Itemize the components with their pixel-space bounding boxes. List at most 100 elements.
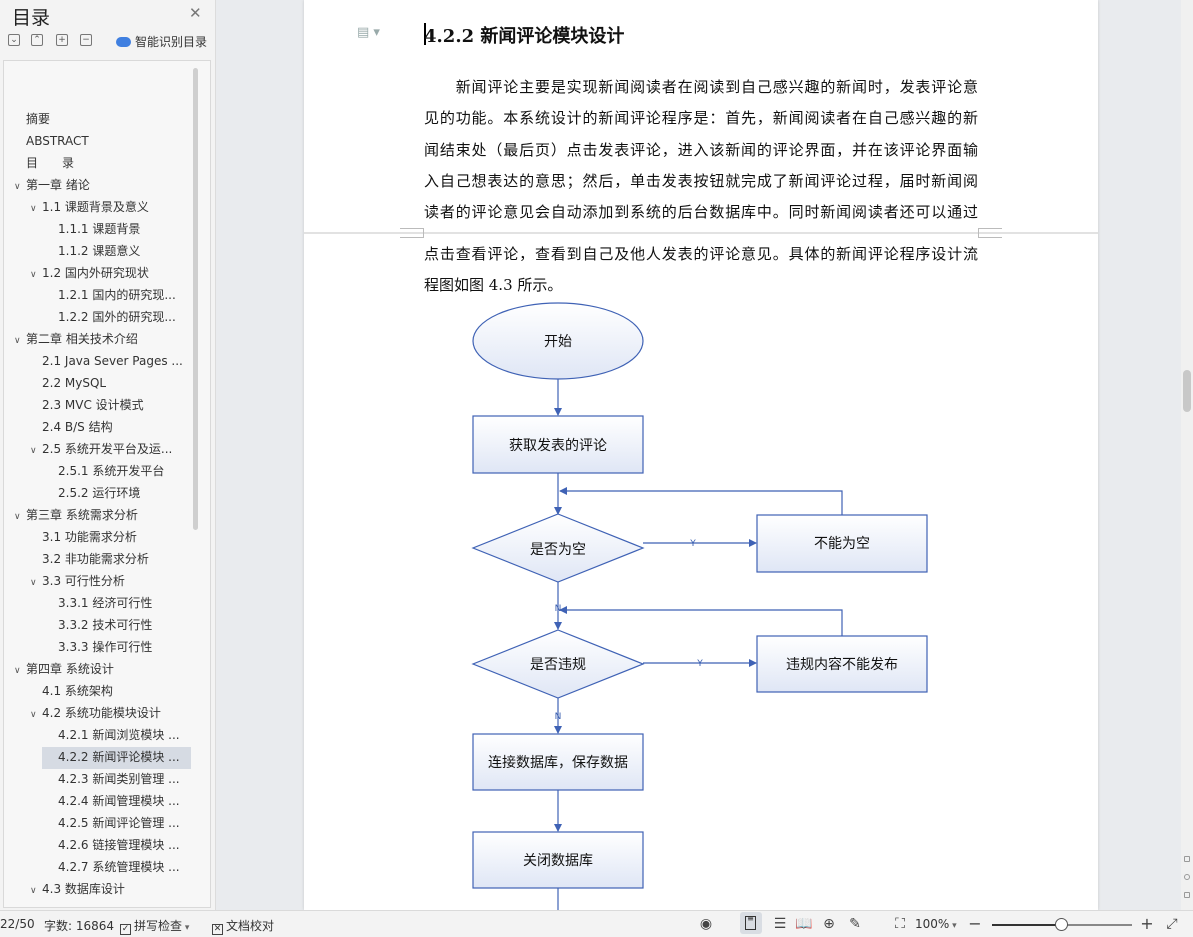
chevron-down-icon[interactable]: ∨	[14, 507, 26, 527]
close-icon[interactable]: ✕	[189, 4, 202, 22]
prev-page-icon[interactable]	[1184, 856, 1190, 862]
pen-icon[interactable]: ✎	[847, 916, 863, 932]
paragraph-menu-icon[interactable]: ▤ ▾	[357, 25, 380, 40]
toc-item[interactable]: ∨ 第二章 相关技术介绍	[14, 329, 138, 349]
toc-item[interactable]: 4.2.3 新闻类别管理 ...	[46, 769, 180, 789]
chevron-down-icon[interactable]: ∨	[14, 331, 26, 351]
toc-title: 目录	[12, 7, 51, 29]
toc-item[interactable]: 3.3.2 技术可行性	[46, 615, 152, 635]
expand-all-icon[interactable]: ⌃	[31, 34, 43, 46]
toc-item[interactable]: 2.3 MVC 设计模式	[30, 395, 144, 415]
toc-item-label: 1.2 国内外研究现状	[42, 266, 149, 280]
chevron-down-icon[interactable]: ∨	[30, 441, 42, 461]
toc-item[interactable]: 4.2.5 新闻评论管理 ...	[46, 813, 180, 833]
toc-item[interactable]: ∨ 4.2 系统功能模块设计	[30, 703, 161, 723]
toc-item-label: 2.5 系统开发平台及运...	[42, 442, 173, 456]
toc-item-label: 4.2.2 新闻评论模块 ...	[58, 750, 180, 764]
zoom-value: 100%	[915, 917, 950, 931]
flow-empty-label: 是否为空	[530, 542, 586, 558]
toc-item[interactable]: 4.1 系统架构	[30, 681, 113, 701]
spell-check-button[interactable]: ✓ 拼写检查 ▾	[120, 917, 189, 935]
toc-item[interactable]: 目 录	[14, 153, 74, 173]
chevron-down-icon: ▾	[182, 923, 190, 933]
toc-item[interactable]: 2.5.1 系统开发平台	[46, 461, 164, 481]
cloud-icon	[116, 37, 131, 47]
toc-item[interactable]: 4.2.4 新闻管理模块 ...	[46, 791, 180, 811]
add-level-icon[interactable]: +	[56, 34, 68, 46]
fullscreen-icon[interactable]: ⤢	[1164, 916, 1180, 932]
zoom-in-icon[interactable]: +	[1139, 916, 1155, 932]
toc-item[interactable]: 3.3.3 操作可行性	[46, 637, 152, 657]
toc-item[interactable]: 1.1.1 课题背景	[46, 219, 140, 239]
reading-view-icon[interactable]: 📖	[795, 916, 812, 932]
toc-panel: 目录 ✕ ⌄ ⌃ + − 智能识别目录 摘要 ABSTRACT 目 录 ∨ 第一章 绪论…	[0, 0, 216, 910]
toc-item[interactable]: 3.2 非功能需求分析	[30, 549, 149, 569]
toc-item[interactable]: 2.5.2 运行环境	[46, 483, 140, 503]
toc-item-label: 2.3 MVC 设计模式	[42, 398, 144, 412]
toc-item-label: 1.1.1 课题背景	[58, 222, 141, 236]
browse-object-icon[interactable]	[1184, 874, 1190, 880]
outline-view-icon[interactable]: ☰	[772, 916, 788, 932]
toc-item[interactable]: 2.1 Java Sever Pages ...	[30, 351, 183, 371]
spell-check-icon: ✓	[120, 924, 131, 935]
toc-item[interactable]: ∨ 第四章 系统设计	[14, 659, 114, 679]
chevron-down-icon[interactable]: ∨	[14, 177, 26, 197]
toc-item[interactable]: 3.1 功能需求分析	[30, 527, 137, 547]
toc-scrollbar[interactable]	[193, 68, 198, 530]
toc-item[interactable]: 3.3.1 经济可行性	[46, 593, 152, 613]
document-scrollbar[interactable]	[1181, 0, 1193, 910]
toc-item[interactable]: ∨ 4.3 数据库设计	[30, 879, 125, 899]
toc-item[interactable]: ∨ 1.1 课题背景及意义	[30, 197, 149, 217]
remove-level-icon[interactable]: −	[80, 34, 92, 46]
zoom-out-icon[interactable]: −	[967, 916, 983, 932]
toc-item[interactable]: 1.2.1 国内的研究现...	[46, 285, 176, 305]
body-text-line: 读者的评论意见会自动添加到系统的后台数据库中。同时新闻阅读者还可以通过	[424, 203, 978, 221]
flow-violation-msg-label: 违规内容不能发布	[786, 656, 898, 673]
page-indicator[interactable]: 22/50	[0, 917, 35, 931]
toc-item[interactable]: 4.2.7 系统管理模块 ...	[46, 857, 180, 877]
toc-item[interactable]: ABSTRACT	[14, 131, 89, 151]
smart-toc-button[interactable]: 智能识别目录	[116, 33, 207, 50]
toc-item[interactable]: ∨ 2.5 系统开发平台及运...	[30, 439, 172, 459]
toc-item-label: ABSTRACT	[26, 134, 89, 148]
chevron-down-icon[interactable]: ∨	[14, 661, 26, 681]
body-text-line: 闻结束处（最后页）点击发表评论，进入该新闻的评论界面，并在该评论界面输	[424, 141, 978, 159]
page-view-button[interactable]: ≡	[740, 912, 762, 934]
toc-item-label: 摘要	[26, 112, 51, 126]
toc-item[interactable]: 2.4 B/S 结构	[30, 417, 113, 437]
flow-close-db-label: 关闭数据库	[523, 853, 593, 869]
word-count[interactable]: 字数: 16864	[44, 917, 114, 934]
collapse-all-icon[interactable]: ⌄	[8, 34, 20, 46]
toc-item[interactable]: 4.2.2 新闻评论模块 ...	[46, 747, 180, 767]
toc-item[interactable]: 4.2.1 新闻浏览模块 ...	[46, 725, 180, 745]
section-heading: 4.2.2 新闻评论模块设计	[424, 26, 625, 47]
chevron-down-icon[interactable]: ∨	[30, 199, 42, 219]
toc-item[interactable]: 1.2.2 国外的研究现...	[46, 307, 176, 327]
toc-item[interactable]: ∨ 1.2 国内外研究现状	[30, 263, 149, 283]
eye-icon[interactable]: ◉	[698, 916, 714, 932]
toc-item-label: 4.1 系统架构	[42, 684, 113, 698]
toc-item[interactable]: ∨ 第一章 绪论	[14, 175, 90, 195]
chevron-down-icon[interactable]: ∨	[30, 265, 42, 285]
zoom-level[interactable]: 100% ▾	[915, 917, 957, 931]
fit-page-icon[interactable]: ⛶	[892, 916, 908, 932]
next-page-icon[interactable]	[1184, 892, 1190, 898]
toc-item-label: 3.3.3 操作可行性	[58, 640, 153, 654]
toc-item[interactable]: 摘要	[14, 109, 50, 129]
doc-proof-button[interactable]: ✕ 文档校对	[212, 917, 274, 935]
flow-arrow	[559, 606, 843, 636]
toc-item[interactable]: ∨ 3.3 可行性分析	[30, 571, 125, 591]
toc-item[interactable]: ∨ 第三章 系统需求分析	[14, 505, 138, 525]
toc-item[interactable]: 4.2.6 链接管理模块 ...	[46, 835, 180, 855]
chevron-down-icon[interactable]: ∨	[30, 705, 42, 725]
chevron-down-icon[interactable]: ∨	[30, 573, 42, 593]
chevron-down-icon[interactable]: ∨	[30, 881, 42, 901]
web-view-icon[interactable]: ⊕	[821, 916, 837, 932]
toc-item-label: 4.2.1 新闻浏览模块 ...	[58, 728, 180, 742]
toc-item[interactable]: 1.1.2 课题意义	[46, 241, 140, 261]
toc-item-label: 2.5.2 运行环境	[58, 486, 141, 500]
document-scrollbar-thumb[interactable]	[1183, 370, 1191, 412]
toc-item-label: 2.1 Java Sever Pages ...	[42, 354, 183, 368]
toc-item[interactable]: 2.2 MySQL	[30, 373, 106, 393]
zoom-slider-knob[interactable]	[1055, 918, 1068, 931]
